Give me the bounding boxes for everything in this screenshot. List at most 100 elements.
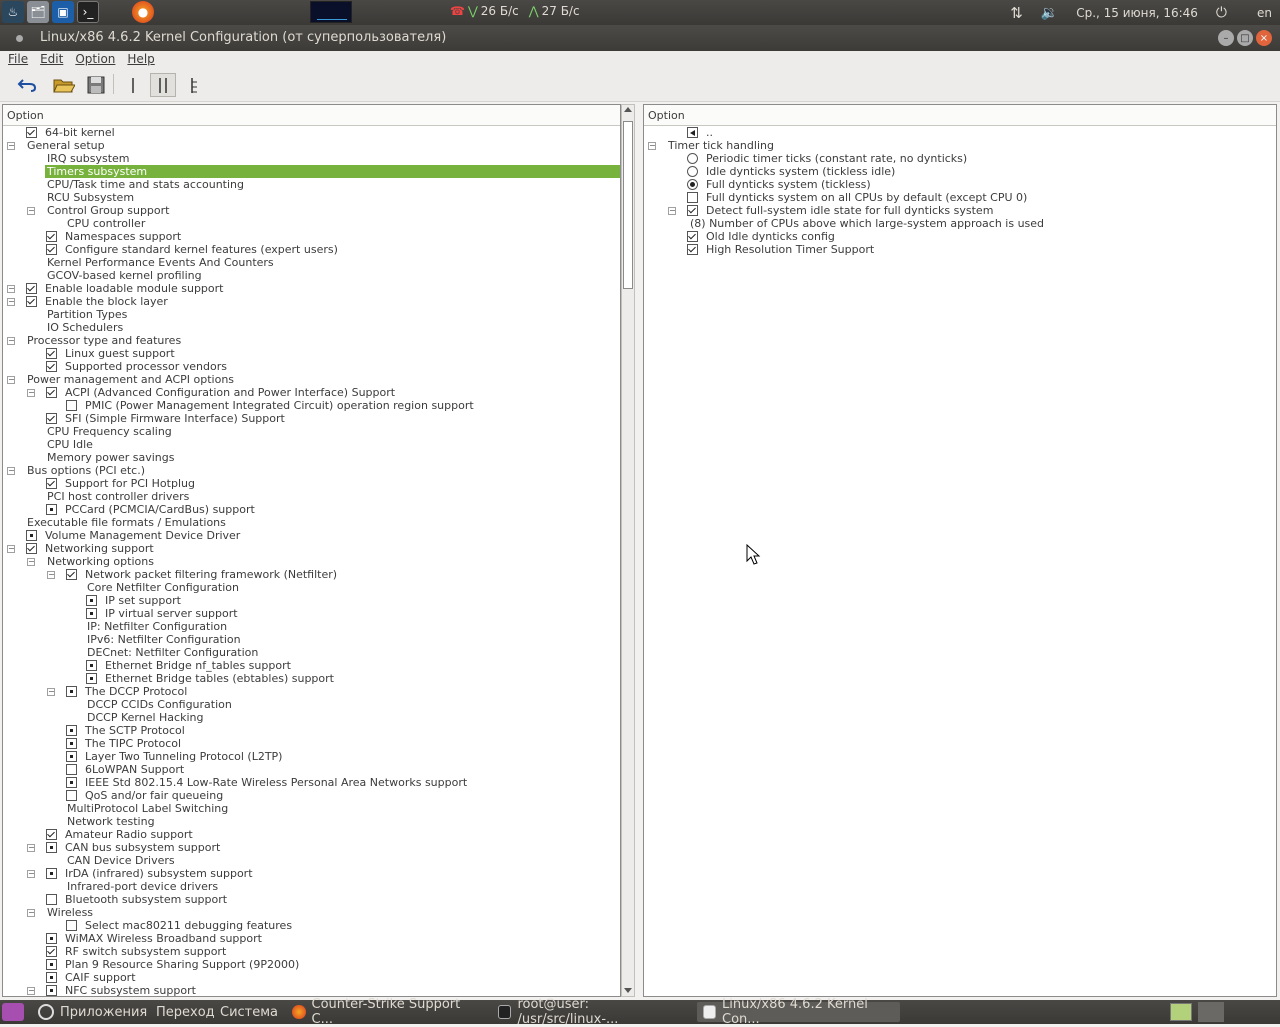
tree-row[interactable]: RF switch subsystem support	[3, 945, 620, 958]
option-checkbox[interactable]	[66, 920, 77, 931]
option-checkbox[interactable]	[46, 829, 57, 840]
scroll-down-icon[interactable]	[624, 988, 632, 993]
terminal-icon[interactable]: ›_	[77, 1, 99, 23]
option-checkbox[interactable]	[66, 751, 77, 762]
tree-row[interactable]: The TIPC Protocol	[3, 737, 620, 750]
tree-row[interactable]: Old Idle dynticks config	[644, 230, 1276, 243]
tree-row[interactable]: − General setup	[3, 139, 620, 152]
system-menu[interactable]: Система	[214, 1002, 284, 1022]
tree-row[interactable]: − Network packet filtering framework (Net…	[3, 568, 620, 581]
collapse-toggle-icon[interactable]: −	[7, 467, 15, 475]
maximize-button[interactable]: □	[1237, 30, 1253, 46]
steam-icon[interactable]: ♨	[2, 1, 24, 23]
option-checkbox[interactable]	[66, 725, 77, 736]
tree-row[interactable]: Linux guest support	[3, 347, 620, 360]
show-desktop-button[interactable]	[0, 1002, 26, 1022]
tree-row[interactable]: − CAN bus subsystem support	[3, 841, 620, 854]
tree-row[interactable]: Volume Management Device Driver	[3, 529, 620, 542]
single-view-button[interactable]	[120, 73, 146, 97]
tree-row[interactable]: Namespaces support	[3, 230, 620, 243]
minimize-button[interactable]: –	[1218, 30, 1234, 46]
split-view-button[interactable]	[150, 73, 176, 97]
tree-row[interactable]: Layer Two Tunneling Protocol (L2TP)	[3, 750, 620, 763]
tree-row[interactable]: − The DCCP Protocol	[3, 685, 620, 698]
tree-row[interactable]: IP set support	[3, 594, 620, 607]
back-button[interactable]	[14, 73, 40, 97]
scrollbar-thumb[interactable]	[623, 121, 633, 289]
collapse-toggle-icon[interactable]: −	[27, 389, 35, 397]
tree-row[interactable]: − NFC subsystem support	[3, 984, 620, 996]
tree-row[interactable]: − Detect full-system idle state for full …	[644, 204, 1276, 217]
tree-row[interactable]: PCCard (PCMCIA/CardBus) support	[3, 503, 620, 516]
tree-row[interactable]: Full dynticks system on all CPUs by defa…	[644, 191, 1276, 204]
tree-row[interactable]: IO Schedulers	[3, 321, 620, 334]
tree-row[interactable]: − Enable the block layer	[3, 295, 620, 308]
option-checkbox[interactable]	[66, 764, 77, 775]
tree-row[interactable]: QoS and/or fair queueing	[3, 789, 620, 802]
tree-row[interactable]: RCU Subsystem	[3, 191, 620, 204]
option-checkbox[interactable]	[687, 127, 698, 138]
option-checkbox[interactable]	[46, 478, 57, 489]
option-checkbox[interactable]	[687, 244, 698, 255]
close-button[interactable]: ×	[1256, 30, 1272, 46]
virtualbox-icon[interactable]: ▣	[52, 1, 74, 23]
collapse-toggle-icon[interactable]: −	[27, 207, 35, 215]
power-icon[interactable]: ⏻	[1216, 5, 1227, 21]
option-checkbox[interactable]	[66, 738, 77, 749]
tree-row[interactable]: − Networking support	[3, 542, 620, 555]
option-checkbox[interactable]	[46, 244, 57, 255]
option-checkbox[interactable]	[46, 842, 57, 853]
tree-row[interactable]: − ACPI (Advanced Configuration and Power …	[3, 386, 620, 399]
tree-row[interactable]: Infrared-port device drivers	[3, 880, 620, 893]
firefox-icon[interactable]: ●	[132, 1, 154, 23]
tree-row[interactable]: IRQ subsystem	[3, 152, 620, 165]
option-radio[interactable]	[687, 153, 698, 164]
network-arrows-icon[interactable]: ⇅	[1010, 4, 1023, 22]
menu-option[interactable]: Option	[71, 51, 119, 68]
tree-row[interactable]: − Networking options	[3, 555, 620, 568]
tree-row[interactable]: IP virtual server support	[3, 607, 620, 620]
tree-row[interactable]: (8) Number of CPUs above which large-sys…	[644, 217, 1276, 230]
option-checkbox[interactable]	[86, 673, 97, 684]
task-firefox[interactable]: Counter-Strike Support C...	[286, 997, 486, 1027]
tree-row[interactable]: Plan 9 Resource Sharing Support (9P2000)	[3, 958, 620, 971]
option-checkbox[interactable]	[66, 790, 77, 801]
tree-row[interactable]: 6LoWPAN Support	[3, 763, 620, 776]
save-button[interactable]	[83, 73, 109, 97]
tree-row[interactable]: Executable file formats / Emulations	[3, 516, 620, 529]
option-checkbox[interactable]	[46, 946, 57, 957]
tree-row[interactable]: ..	[644, 126, 1276, 139]
tree-row[interactable]: − Power management and ACPI options	[3, 373, 620, 386]
collapse-toggle-icon[interactable]: −	[47, 571, 55, 579]
tree-row[interactable]: Ethernet Bridge tables (ebtables) suppor…	[3, 672, 620, 685]
collapse-toggle-icon[interactable]: −	[7, 285, 15, 293]
tree-row[interactable]: − Wireless	[3, 906, 620, 919]
scroll-up-icon[interactable]	[624, 107, 632, 112]
load-button[interactable]	[51, 73, 77, 97]
collapse-toggle-icon[interactable]: −	[668, 207, 676, 215]
collapse-toggle-icon[interactable]: −	[7, 545, 15, 553]
option-checkbox[interactable]	[687, 205, 698, 216]
workspace-switcher[interactable]	[1168, 1002, 1194, 1022]
menu-file[interactable]: File	[4, 51, 32, 68]
option-radio[interactable]	[687, 166, 698, 177]
collapse-toggle-icon[interactable]: −	[7, 337, 15, 345]
option-checkbox[interactable]	[86, 595, 97, 606]
tree-row[interactable]: High Resolution Timer Support	[644, 243, 1276, 256]
column-header-option[interactable]: Option	[3, 105, 620, 126]
option-checkbox[interactable]	[66, 777, 77, 788]
tree-scrollbar[interactable]	[621, 104, 635, 997]
tree-row[interactable]: CPU Idle	[3, 438, 620, 451]
option-checkbox[interactable]	[66, 686, 77, 697]
system-monitor-graph[interactable]	[310, 1, 352, 23]
tree-row[interactable]: − Processor type and features	[3, 334, 620, 347]
option-checkbox[interactable]	[46, 387, 57, 398]
option-checkbox[interactable]	[26, 283, 37, 294]
option-checkbox[interactable]	[86, 608, 97, 619]
tree-row[interactable]: CPU controller	[3, 217, 620, 230]
tree-row[interactable]: PMIC (Power Management Integrated Circui…	[3, 399, 620, 412]
option-checkbox[interactable]	[46, 959, 57, 970]
collapse-toggle-icon[interactable]: −	[7, 298, 15, 306]
option-radio[interactable]	[687, 179, 698, 190]
window-menu-icon[interactable]	[16, 35, 23, 42]
